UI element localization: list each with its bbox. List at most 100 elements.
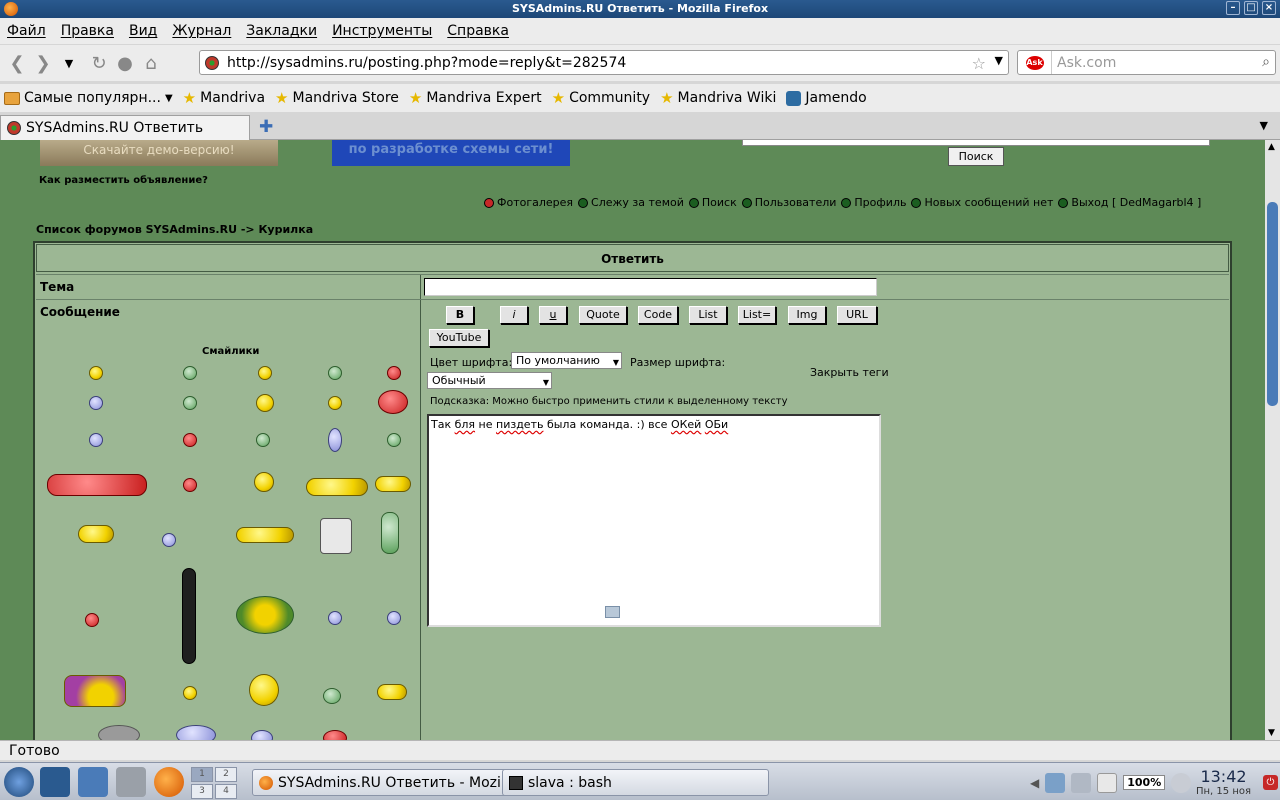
breadcrumb[interactable]: Список форумов SYSAdmins.RU -> Курилка [36,223,313,236]
bookmark-star-icon[interactable]: ☆ [972,54,986,73]
search-engine-icon[interactable]: Ask [1018,51,1052,74]
smiley-icon[interactable] [89,366,103,380]
smiley-pc-icon[interactable] [375,476,411,492]
smiley-sick-icon[interactable] [183,396,197,410]
search-icon[interactable]: ⌕ [1262,54,1270,70]
menu-tools[interactable]: Инструменты [332,23,432,39]
quote-button[interactable]: Quote [579,306,627,324]
network-icon[interactable] [1045,772,1066,793]
bookmark-mandriva-wiki[interactable]: ★ Mandriva Wiki [660,89,776,107]
link-users[interactable]: Пользователи [741,196,836,209]
font-color-select[interactable]: По умолчанию ▼ [511,352,622,369]
smiley-bush-icon[interactable] [236,596,294,634]
clipboard-icon[interactable] [1097,772,1118,793]
smiley-wink-icon[interactable] [328,396,342,410]
smiley-grin-icon[interactable] [183,366,197,380]
smiley-dizzy-icon[interactable] [183,686,197,700]
message-textarea[interactable]: Так бля не пиздеть была команда. :) все … [427,414,881,627]
list-button[interactable]: List [689,306,727,324]
bookmark-mandriva-store[interactable]: ★ Mandriva Store [275,89,399,107]
url-dropdown-icon[interactable]: ▼ [995,54,1003,67]
back-icon[interactable]: ❮ [4,50,30,76]
smiley-banana-icon[interactable] [249,674,279,706]
smiley-neutral-icon[interactable] [328,611,342,625]
smiley-tank-icon[interactable] [306,478,368,496]
smiley-blush-icon[interactable] [183,433,197,447]
smiley-machine-icon[interactable] [176,725,216,740]
bookmark-mandriva-expert[interactable]: ★ Mandriva Expert [409,89,542,107]
firefox-icon[interactable] [154,767,184,797]
tab-sysadmins[interactable]: SYSAdmins.RU Ответить [0,115,250,140]
tools-icon[interactable] [116,767,146,797]
scrollbar-thumb[interactable] [1267,202,1278,406]
bookmark-jamendo[interactable]: Jamendo [786,90,867,106]
zoom-indicator[interactable]: 100% [1123,775,1166,790]
youtube-button[interactable]: YouTube [429,329,489,347]
smiley-happy-icon[interactable] [258,366,272,380]
show-desktop-icon[interactable] [40,767,70,797]
bookmark-most-visited[interactable]: Самые популярн... ▼ [4,90,173,106]
menu-view[interactable]: Вид [129,23,157,39]
smiley-devil-icon[interactable] [323,730,347,740]
bookmark-mandriva[interactable]: ★ Mandriva [183,89,265,107]
menu-file[interactable]: Файл [7,23,46,39]
smiley-shocked-icon[interactable] [162,533,176,547]
clock[interactable]: 13:42 Пн, 15 ноя [1196,767,1251,797]
scroll-up-icon[interactable]: ▲ [1268,142,1275,152]
computer-icon[interactable] [78,767,108,797]
smiley-phone-icon[interactable] [251,730,273,740]
smiley-rtfm-icon[interactable] [64,675,126,707]
smiley-frown-icon[interactable] [387,611,401,625]
smiley-clap-icon[interactable] [377,684,407,700]
scroll-down-icon[interactable]: ▼ [1268,728,1275,738]
smiley-dance-icon[interactable] [256,394,274,412]
smiley-confused-icon[interactable] [89,396,103,410]
task-terminal[interactable]: slava : bash [502,769,769,796]
smiley-guitar-icon[interactable] [254,472,274,492]
tab-list-icon[interactable]: ▼ [1260,119,1268,132]
smiley-bird-icon[interactable] [323,688,341,704]
image-button[interactable]: Img [788,306,826,324]
desktop-1[interactable]: 1 [191,767,213,782]
start-menu-icon[interactable] [4,767,34,797]
menu-history[interactable]: Журнал [172,23,231,39]
maximize-button[interactable]: □ [1244,1,1258,15]
smiley-sad-icon[interactable] [89,433,103,447]
desktop-4[interactable]: 4 [215,784,237,799]
bold-button[interactable]: B [446,306,474,324]
url-button[interactable]: URL [837,306,877,324]
desktop-2[interactable]: 2 [215,767,237,782]
smiley-wall-icon[interactable] [320,518,352,554]
smiley-pole-icon[interactable] [182,568,196,664]
smiley-idea-icon[interactable] [328,428,342,452]
tray-arrow-icon[interactable]: ◀ [1030,776,1039,790]
page-scrollbar[interactable]: ▲ ▼ [1265,140,1280,740]
history-dropdown-icon[interactable]: ▼ [56,50,82,76]
underline-button[interactable]: u [539,306,567,324]
smiley-cool-icon[interactable] [328,366,342,380]
info-icon[interactable] [1171,772,1192,793]
smiley-toilet-icon[interactable] [381,512,399,554]
smiley-shh-icon[interactable] [85,613,99,627]
code-button[interactable]: Code [638,306,678,324]
link-search[interactable]: Поиск [688,196,737,209]
reload-icon[interactable]: ↻ [86,50,112,76]
howto-link[interactable]: Как разместить объявление? [39,175,208,186]
smiley-smoke-icon[interactable] [256,433,270,447]
home-icon[interactable]: ⌂ [138,50,164,76]
link-profile[interactable]: Профиль [841,196,906,209]
smiley-cloud-icon[interactable] [98,725,140,740]
bookmark-community[interactable]: ★ Community [552,89,650,107]
menu-edit[interactable]: Правка [61,23,114,39]
ordered-list-button[interactable]: List= [738,306,776,324]
italic-button[interactable]: i [500,306,528,324]
ad-banner-middle[interactable]: по разработке схемы сети! [332,140,570,166]
url-bar[interactable]: http://sysadmins.ru/posting.php?mode=rep… [199,50,1009,75]
new-tab-icon[interactable]: ✚ [259,117,273,137]
smiley-angry-icon[interactable] [387,366,401,380]
power-icon[interactable]: ⏻ [1263,775,1278,790]
close-button[interactable]: × [1262,1,1276,15]
site-search-input[interactable] [742,140,1210,146]
smiley-evil-icon[interactable] [183,478,197,492]
menu-bookmarks[interactable]: Закладки [246,23,317,39]
